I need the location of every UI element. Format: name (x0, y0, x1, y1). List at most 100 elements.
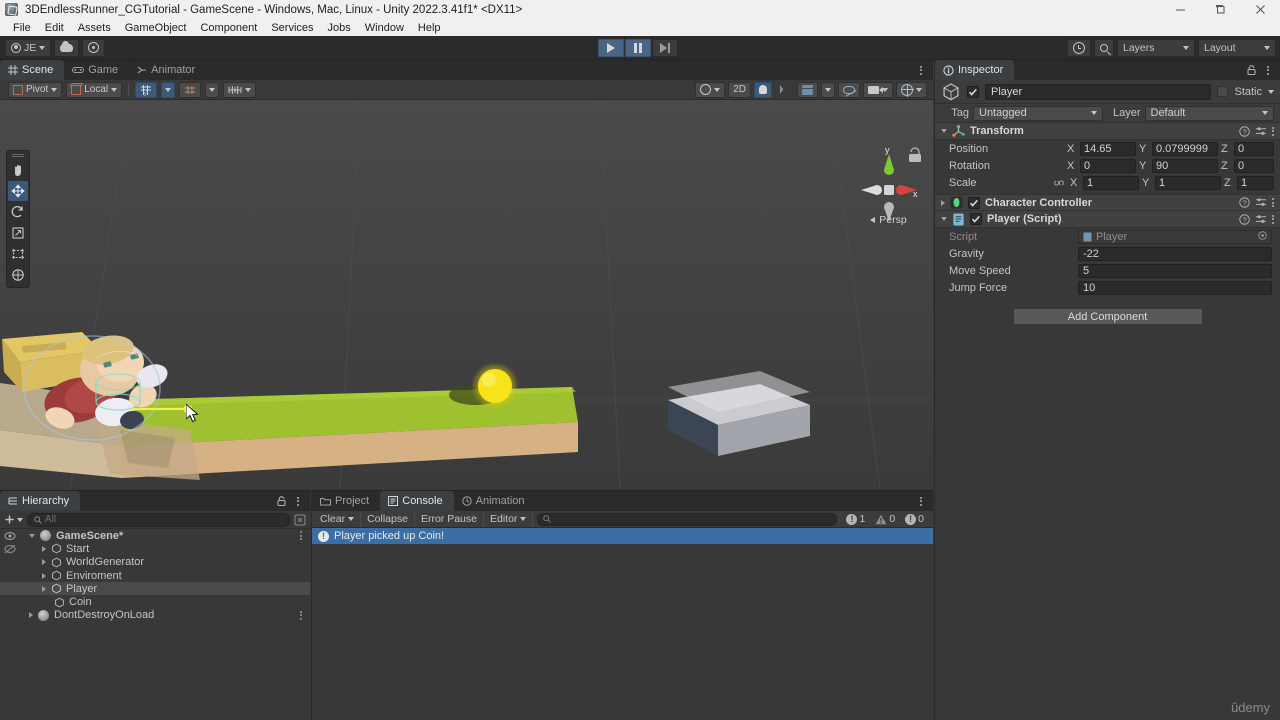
help-icon[interactable]: ? (1239, 125, 1250, 137)
rotation-x-input[interactable]: 0 (1080, 158, 1136, 173)
object-picker-icon[interactable] (1258, 230, 1267, 240)
tab-hierarchy[interactable]: Hierarchy (0, 491, 81, 511)
hand-tool[interactable] (8, 160, 28, 180)
menu-file[interactable]: File (6, 20, 38, 36)
help-icon[interactable]: ? (1239, 197, 1250, 208)
transform-tool[interactable] (8, 265, 28, 285)
preset-icon[interactable] (1255, 197, 1267, 208)
handle-space-dropdown[interactable]: Local (66, 81, 123, 98)
snap-increment-button[interactable] (179, 81, 202, 98)
rect-tool[interactable] (8, 244, 28, 264)
snap-increment-dropdown[interactable] (205, 81, 220, 98)
tab-scene[interactable]: Scene (0, 60, 65, 80)
rotate-tool[interactable] (8, 202, 28, 222)
component-menu-icon[interactable] (1272, 214, 1274, 224)
layer-dropdown[interactable]: Default (1144, 105, 1274, 121)
chevron-right-icon[interactable] (941, 199, 945, 206)
layers-dropdown[interactable]: Layers (1117, 39, 1195, 57)
close-icon[interactable] (1240, 0, 1280, 19)
hierarchy-row-worldgenerator[interactable]: WorldGenerator (0, 556, 310, 569)
component-header-player-script[interactable]: Player (Script) ? (935, 211, 1280, 228)
component-menu-icon[interactable] (1272, 126, 1274, 136)
shading-mode-button[interactable] (695, 81, 726, 98)
chevron-down-icon[interactable] (941, 217, 947, 221)
hierarchy-row-coin[interactable]: Coin (0, 595, 310, 608)
effects-button[interactable] (797, 81, 818, 98)
editor-dropdown[interactable]: Editor (484, 511, 534, 527)
scene-camera-button[interactable] (863, 81, 893, 98)
menu-jobs[interactable]: Jobs (321, 20, 358, 36)
tools-drag-handle[interactable] (12, 154, 24, 157)
menu-window[interactable]: Window (358, 20, 411, 36)
chevron-right-icon[interactable] (42, 585, 46, 592)
position-z-input[interactable]: 0 (1234, 141, 1274, 156)
grid-snap-button[interactable]: y (135, 81, 158, 98)
pivot-dropdown[interactable]: Pivot (8, 81, 63, 98)
info-count[interactable]: ! 0 (900, 512, 929, 527)
console-menu[interactable] (915, 495, 927, 507)
gravity-input[interactable]: -22 (1078, 246, 1272, 261)
effects-dropdown[interactable] (821, 81, 835, 98)
chevron-right-icon[interactable] (29, 612, 33, 619)
menu-services[interactable]: Services (264, 20, 320, 36)
tab-project[interactable]: Project (312, 491, 381, 511)
grid-layout-button[interactable] (223, 81, 257, 98)
inspector-menu[interactable] (1262, 64, 1274, 76)
chevron-right-icon[interactable] (42, 572, 46, 579)
hidden-objects-toggle[interactable] (838, 81, 860, 98)
tab-animation[interactable]: Animation (453, 491, 536, 511)
tab-animator[interactable]: Animator (129, 60, 207, 80)
hierarchy-view-options-icon[interactable] (294, 514, 306, 526)
script-object-field[interactable]: Player (1078, 229, 1272, 244)
grid-snap-dropdown[interactable] (161, 81, 176, 98)
scene-view-gizmo[interactable]: y x Persp (853, 144, 923, 229)
chevron-right-icon[interactable] (42, 559, 46, 566)
menu-component[interactable]: Component (193, 20, 264, 36)
hierarchy-row-dontdestroyonload[interactable]: DontDestroyOnLoad (0, 609, 310, 622)
chevron-right-icon[interactable] (42, 545, 46, 552)
maximize-icon[interactable] (1200, 0, 1240, 19)
object-name-input[interactable]: Player (985, 83, 1212, 100)
preset-icon[interactable] (1255, 214, 1267, 225)
cloud-button[interactable] (54, 38, 80, 57)
tab-game[interactable]: Game (64, 60, 130, 80)
hierarchy-tree[interactable]: GameScene* Start WorldGenerator Envirome… (0, 529, 310, 720)
jump-force-input[interactable]: 10 (1078, 280, 1272, 295)
hierarchy-row-player[interactable]: Player (0, 582, 310, 596)
component-enabled-checkbox[interactable] (970, 213, 982, 225)
broken-link-icon[interactable] (1051, 178, 1067, 188)
component-header-transform[interactable]: Transform ? (935, 123, 1280, 140)
tab-inspector[interactable]: Inspector (935, 60, 1015, 80)
scale-x-input[interactable]: 1 (1083, 175, 1139, 190)
hierarchy-menu[interactable] (292, 495, 304, 507)
row-menu-icon[interactable] (300, 531, 302, 541)
add-component-button[interactable]: Add Component (1012, 308, 1203, 325)
pause-button[interactable] (625, 39, 651, 57)
hierarchy-search-input[interactable]: All (27, 512, 290, 527)
gizmos-button[interactable] (896, 81, 927, 98)
tab-console[interactable]: Console (380, 491, 454, 511)
component-menu-icon[interactable] (1272, 198, 1274, 207)
search-button[interactable] (1094, 39, 1114, 57)
lock-icon[interactable] (277, 496, 286, 507)
preset-icon[interactable] (1255, 126, 1267, 137)
account-button[interactable]: JE (5, 38, 52, 57)
object-enabled-checkbox[interactable] (967, 85, 979, 98)
scale-z-input[interactable]: 1 (1237, 175, 1274, 190)
layout-dropdown[interactable]: Layout (1198, 39, 1276, 57)
minimize-icon[interactable] (1160, 0, 1200, 19)
lighting-toggle[interactable] (754, 81, 772, 98)
rotation-z-input[interactable]: 0 (1234, 158, 1274, 173)
clear-button[interactable]: Clear (314, 511, 362, 527)
rotation-y-input[interactable]: 90 (1152, 158, 1218, 173)
collapse-toggle[interactable]: Collapse (361, 511, 415, 527)
console-log-row[interactable]: ! Player picked up Coin! (312, 528, 933, 544)
position-x-input[interactable]: 14.65 (1080, 141, 1136, 156)
menu-help[interactable]: Help (411, 20, 448, 36)
step-button[interactable] (652, 39, 678, 57)
lock-icon[interactable] (1247, 65, 1256, 76)
menu-gameobject[interactable]: GameObject (118, 20, 194, 36)
help-icon[interactable]: ? (1239, 213, 1250, 225)
error-count[interactable]: ! 1 (841, 512, 870, 527)
hierarchy-row-gamescene[interactable]: GameScene* (0, 529, 310, 542)
